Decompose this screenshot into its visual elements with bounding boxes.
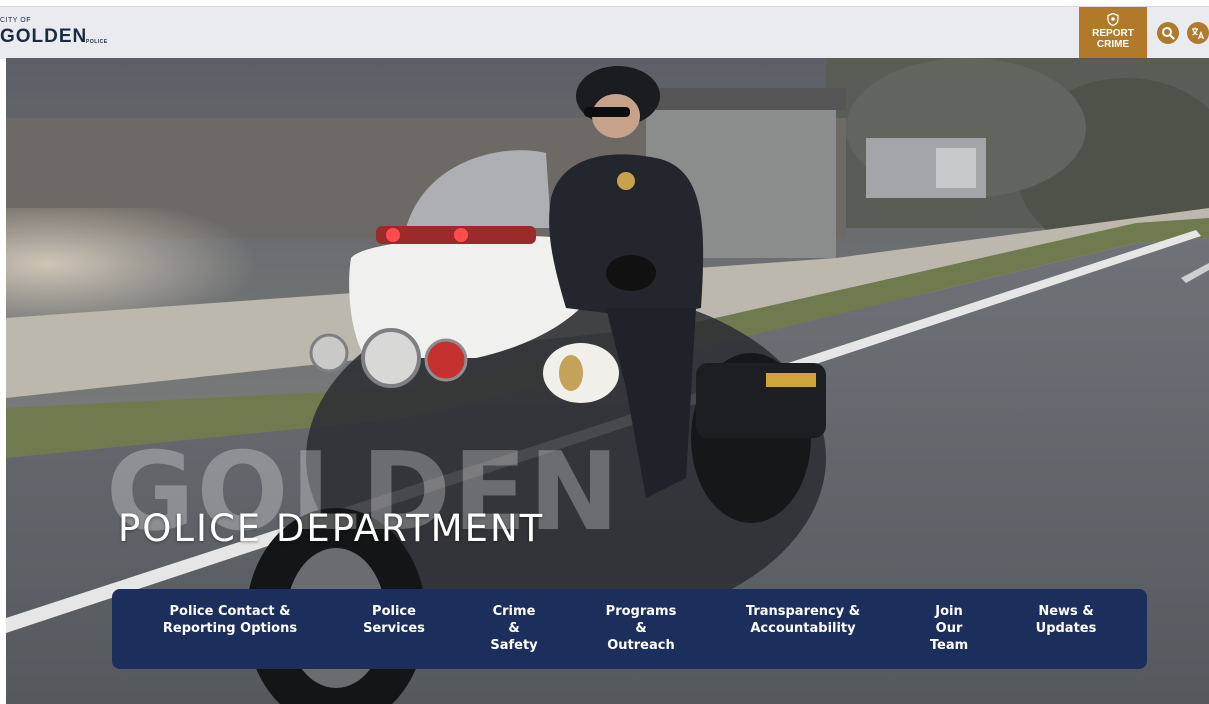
site-header: CITY OF GOLDEN POLICE REPORT CRIME: [0, 6, 1209, 59]
nav-item-label: Safety: [490, 638, 538, 653]
nav-item-label: Join: [935, 604, 963, 619]
nav-item-join-our-team[interactable]: Join Our Team: [924, 603, 974, 654]
nav-item-label: Team: [929, 638, 969, 653]
nav-item-programs-outreach[interactable]: Programs & Outreach: [600, 603, 682, 654]
nav-item-label: Reporting Options: [162, 621, 298, 636]
nav-item-label: Transparency &: [745, 604, 861, 619]
hero-title: POLICE DEPARTMENT: [118, 507, 545, 550]
nav-item-crime-safety[interactable]: Crime & Safety: [482, 603, 546, 654]
nav-item-label: Updates: [1035, 621, 1097, 636]
nav-item-label: Crime: [492, 604, 536, 619]
translate-icon: [1192, 27, 1205, 40]
search-icon: [1162, 27, 1175, 40]
nav-item-label: &: [508, 621, 520, 636]
nav-item-label: Our: [935, 621, 963, 636]
nav-item-label: Accountability: [750, 621, 856, 636]
nav-item-news-updates[interactable]: News & Updates: [1030, 603, 1102, 637]
nav-item-label: Police Contact &: [169, 604, 291, 619]
nav-item-label: Outreach: [607, 638, 675, 653]
nav-item-label: News &: [1038, 604, 1094, 619]
nav-item-label: Programs: [605, 604, 677, 619]
report-crime-line1: REPORT: [1092, 28, 1134, 39]
nav-item-label: Services: [363, 621, 425, 636]
main-nav-bar: Police Contact & Reporting Options Polic…: [112, 589, 1147, 669]
logo-city-text: CITY OF: [0, 17, 31, 24]
logo-golden-text: GOLDEN: [0, 26, 88, 47]
report-crime-line2: CRIME: [1096, 39, 1130, 50]
nav-item-police-contact[interactable]: Police Contact & Reporting Options: [162, 603, 298, 637]
shield-icon: [1107, 13, 1119, 26]
nav-item-transparency[interactable]: Transparency & Accountability: [740, 603, 866, 637]
translate-button[interactable]: [1187, 22, 1209, 44]
report-crime-button[interactable]: REPORT CRIME: [1079, 7, 1147, 59]
nav-item-police-services[interactable]: Police Services: [362, 603, 426, 637]
nav-item-label: Police: [372, 604, 416, 619]
nav-item-label: &: [635, 621, 647, 636]
report-crime-label: REPORT CRIME: [1079, 28, 1147, 50]
logo-police-text: POLICE: [86, 39, 108, 45]
search-button[interactable]: [1157, 22, 1179, 44]
